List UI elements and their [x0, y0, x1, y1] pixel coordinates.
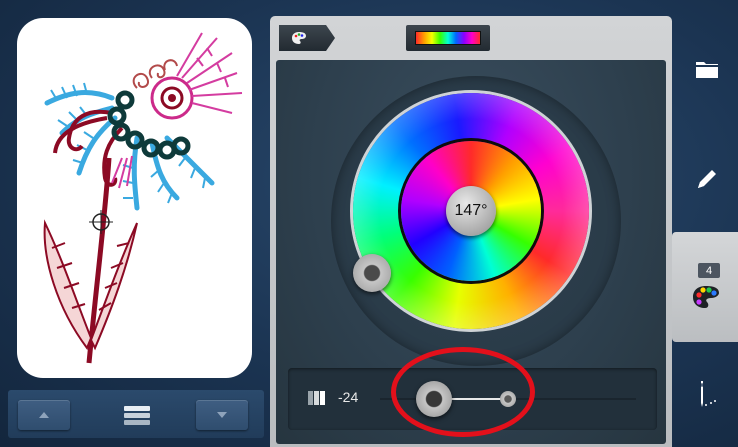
tab-palette[interactable] [279, 25, 335, 51]
layers-icon[interactable] [122, 404, 152, 426]
brightness-value: -24 [338, 389, 359, 405]
triangle-down-icon [217, 412, 227, 418]
tab-spectrum[interactable] [406, 25, 490, 51]
sidebar-item-folder[interactable] [675, 40, 738, 98]
folder-icon [695, 62, 718, 78]
color-count-badge: 4 [698, 263, 720, 278]
palette-icon [693, 286, 719, 308]
hue-ring-handle[interactable] [353, 254, 391, 292]
spectrum-icon [415, 31, 481, 45]
embroidery-design [43, 32, 243, 364]
highlight-annotation [391, 347, 535, 437]
palette-icon [292, 32, 306, 44]
triangle-up-icon [39, 412, 49, 418]
preview-toolbar [8, 390, 264, 438]
sidebar-item-edit[interactable] [675, 150, 738, 208]
brightness-icon [308, 391, 325, 405]
sidebar-item-stitch[interactable] [675, 365, 738, 423]
pencil-icon [697, 170, 716, 188]
needle-icon [700, 381, 717, 407]
scroll-down-button[interactable] [196, 400, 248, 430]
scroll-up-button[interactable] [18, 400, 70, 430]
embroidery-preview[interactable] [17, 18, 252, 378]
hue-degree-readout[interactable]: 147° [446, 186, 496, 236]
